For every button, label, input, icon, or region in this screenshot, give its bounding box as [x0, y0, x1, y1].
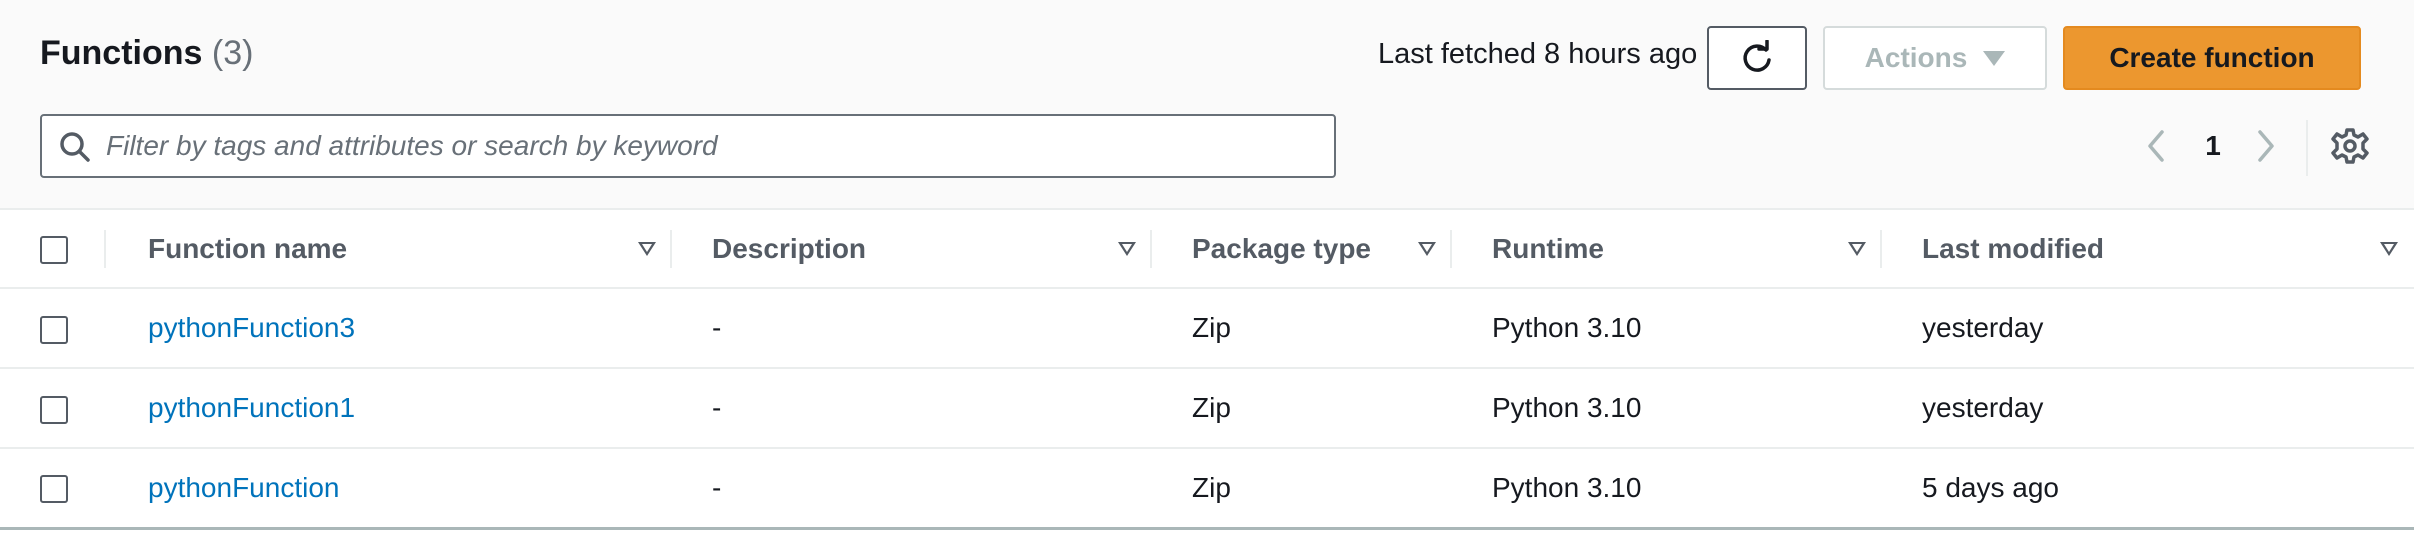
- table-row: pythonFunction3 - Zip Python 3.10 yester…: [0, 288, 2414, 368]
- row-checkbox[interactable]: [40, 315, 68, 344]
- row-checkbox[interactable]: [40, 475, 68, 504]
- function-last-modified: 5 days ago: [1922, 471, 2059, 503]
- select-all-cell: [0, 210, 106, 288]
- function-name-link[interactable]: pythonFunction1: [148, 392, 355, 423]
- title-text: Functions: [40, 34, 203, 72]
- function-description: -: [712, 392, 722, 423]
- table-row: pythonFunction - Zip Python 3.10 5 days …: [0, 448, 2414, 528]
- caret-down-icon: [1983, 50, 2006, 66]
- column-header-label: Description: [712, 232, 867, 264]
- refresh-button[interactable]: [1707, 26, 1807, 90]
- function-package-type: Zip: [1192, 392, 1231, 423]
- column-header-runtime[interactable]: Runtime: [1452, 210, 1882, 288]
- actions-label: Actions: [1864, 42, 1968, 73]
- sort-icon: [1418, 241, 1436, 256]
- row-checkbox[interactable]: [40, 395, 68, 424]
- pagination-divider: [2306, 120, 2308, 176]
- function-runtime: Python 3.10: [1492, 471, 1642, 503]
- function-package-type: Zip: [1192, 471, 1231, 503]
- search-box: [40, 114, 1336, 178]
- function-package-type: Zip: [1192, 312, 1231, 343]
- search-input[interactable]: [106, 124, 1316, 168]
- sort-icon: [1848, 241, 1866, 256]
- table-header-row: Function name Description Package type R…: [0, 210, 2414, 288]
- column-header-label: Last modified: [1922, 232, 2105, 264]
- function-count: (3): [211, 34, 254, 72]
- column-header-last-modified[interactable]: Last modified: [1882, 210, 2414, 288]
- current-page-number[interactable]: 1: [2198, 120, 2228, 172]
- function-runtime: Python 3.10: [1492, 312, 1642, 343]
- preferences-button[interactable]: [2330, 126, 2370, 171]
- gear-icon: [2331, 128, 2369, 164]
- actions-dropdown-button[interactable]: Actions: [1823, 26, 2047, 90]
- column-header-label: Function name: [148, 232, 348, 264]
- table-row: pythonFunction1 - Zip Python 3.10 yester…: [0, 368, 2414, 448]
- chevron-right-icon: [2258, 130, 2274, 162]
- sort-icon: [2380, 241, 2398, 256]
- refresh-icon: [1743, 40, 1771, 72]
- create-function-button[interactable]: Create function: [2063, 26, 2361, 90]
- function-description: -: [712, 312, 722, 343]
- column-header-description[interactable]: Description: [672, 210, 1152, 288]
- functions-header: Functions (3) Last fetched 8 hours ago A…: [0, 0, 2414, 210]
- column-header-function-name[interactable]: Function name: [106, 210, 672, 288]
- function-last-modified: yesterday: [1922, 312, 2044, 343]
- sort-icon: [1118, 241, 1136, 256]
- next-page-button[interactable]: [2254, 120, 2278, 172]
- functions-table: Function name Description Package type R…: [0, 210, 2414, 530]
- function-name-link[interactable]: pythonFunction: [148, 472, 339, 503]
- function-name-link[interactable]: pythonFunction3: [148, 312, 355, 343]
- select-all-checkbox[interactable]: [40, 236, 68, 265]
- sort-icon: [638, 241, 656, 256]
- chevron-left-icon: [2148, 130, 2164, 162]
- search-icon: [60, 132, 90, 162]
- column-header-package-type[interactable]: Package type: [1152, 210, 1452, 288]
- function-runtime: Python 3.10: [1492, 392, 1642, 423]
- page-title: Functions (3): [40, 34, 253, 73]
- column-header-label: Package type: [1192, 232, 1371, 264]
- last-fetched-text: Last fetched 8 hours ago: [1378, 38, 1698, 70]
- function-last-modified: yesterday: [1922, 392, 2044, 423]
- function-description: -: [712, 471, 722, 503]
- column-header-label: Runtime: [1492, 232, 1604, 264]
- previous-page-button[interactable]: [2144, 120, 2168, 172]
